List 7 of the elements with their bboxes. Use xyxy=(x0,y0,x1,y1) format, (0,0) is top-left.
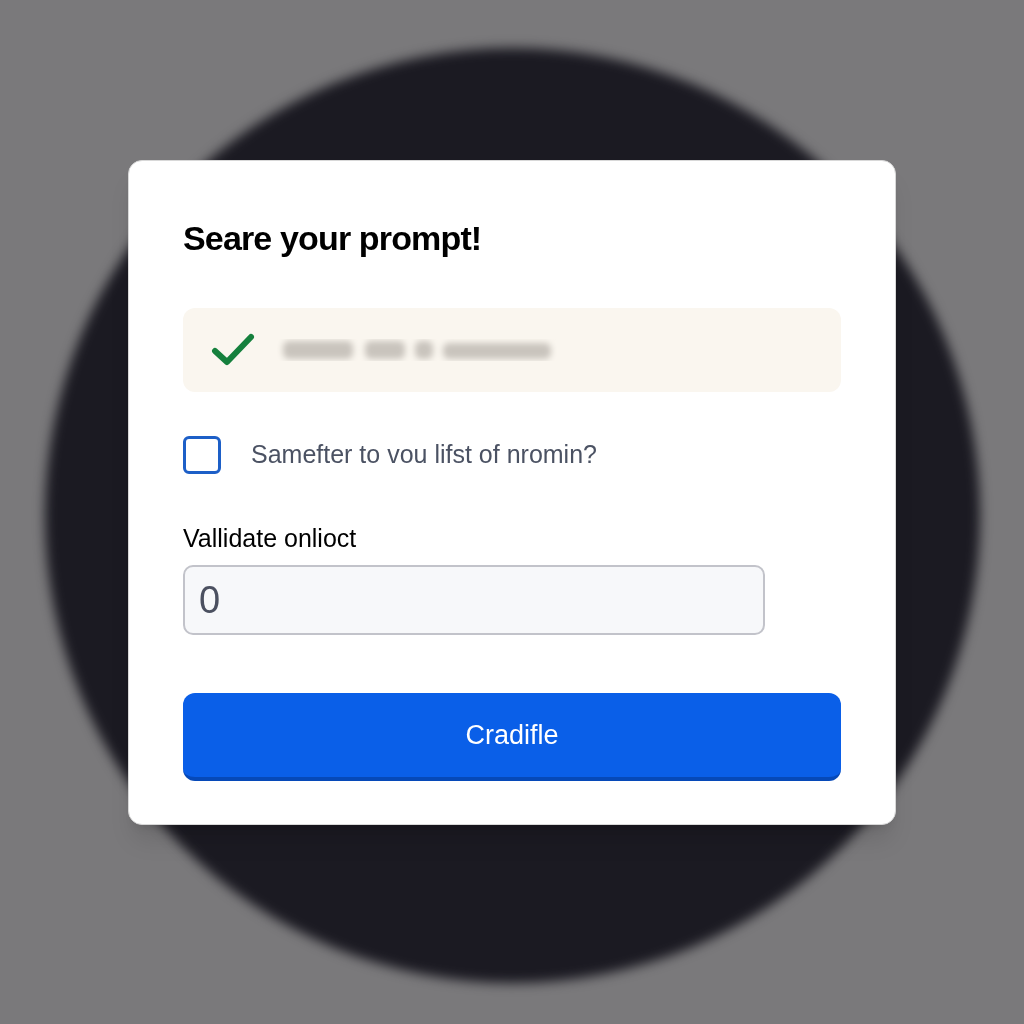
input-field[interactable]: 0 xyxy=(183,565,765,635)
submit-button[interactable]: Cradifle xyxy=(183,693,841,781)
checkmark-icon xyxy=(211,332,255,367)
checkbox[interactable] xyxy=(183,435,221,474)
field-label: Vallidate onlioct xyxy=(183,522,358,554)
dialog-title: Seare your prompt! xyxy=(183,218,483,259)
checkbox-label: Samefter to vou lifst of nromin? xyxy=(251,438,597,470)
